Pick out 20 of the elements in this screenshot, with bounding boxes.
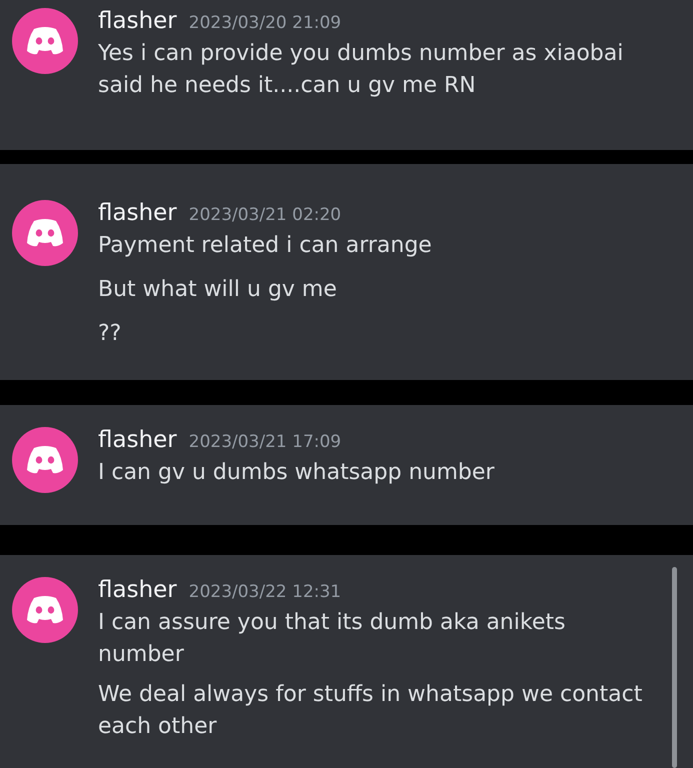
timestamp: 2023/03/22 12:31 bbox=[188, 582, 342, 602]
game-controller-icon bbox=[26, 26, 64, 56]
message-text: But what will u gv me bbox=[98, 276, 338, 304]
scrollbar[interactable] bbox=[672, 567, 677, 768]
message-text: We deal always for stuffs in whatsapp we contact each other bbox=[98, 680, 644, 741]
message-text: Yes i can provide you dumbs number as xiaobai said he needs it....can u gv me RN bbox=[98, 40, 624, 100]
game-controller-icon bbox=[26, 595, 64, 625]
author-name[interactable]: flasher bbox=[98, 577, 177, 603]
game-controller-icon bbox=[26, 445, 64, 475]
message-text: ?? bbox=[98, 320, 122, 348]
author-name[interactable]: flasher bbox=[98, 427, 177, 453]
game-controller-icon bbox=[26, 218, 64, 248]
timestamp: 2023/03/21 02:20 bbox=[188, 205, 342, 225]
message-text: I can assure you that its dumb aka anikets number bbox=[98, 609, 566, 669]
author-name[interactable]: flasher bbox=[98, 8, 177, 34]
timestamp: 2023/03/20 21:09 bbox=[188, 13, 342, 33]
timestamp: 2023/03/21 17:09 bbox=[188, 432, 342, 452]
author-name[interactable]: flasher bbox=[98, 200, 177, 226]
message-text: I can gv u dumbs whatsapp number bbox=[98, 459, 496, 487]
message-text: Payment related i can arrange bbox=[98, 232, 433, 260]
